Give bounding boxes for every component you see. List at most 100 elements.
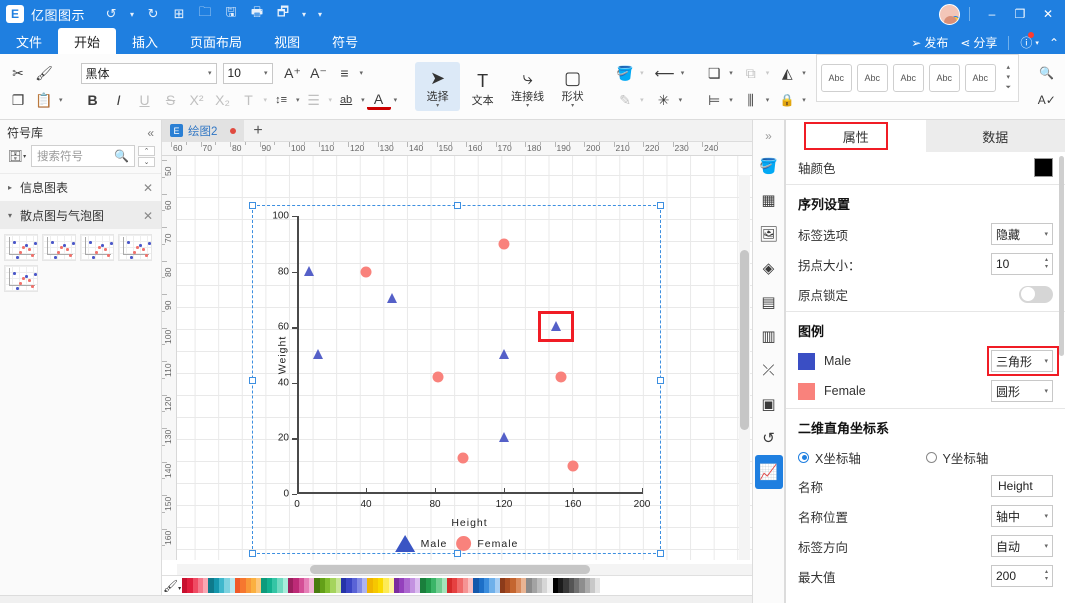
data-point-circle[interactable] (457, 452, 469, 464)
document-icon[interactable]: ▤ (755, 285, 783, 319)
scroll-up-button[interactable]: ⌃ (138, 145, 155, 156)
style-chip[interactable]: Abc (820, 64, 852, 92)
italic-button[interactable]: I (107, 88, 131, 112)
name-input[interactable]: Height (991, 475, 1053, 497)
shrink-font-button[interactable]: A⁻ (307, 61, 331, 85)
underline-button[interactable]: U (133, 88, 157, 112)
tab-file[interactable]: 文件 (0, 28, 58, 54)
line-color-button[interactable]: ✎ (613, 88, 637, 112)
chevron-down-icon[interactable]: ▾ (766, 69, 770, 77)
close-icon[interactable]: ✕ (143, 181, 153, 195)
stepper-arrows[interactable]: ▴ ▾ (1045, 257, 1048, 271)
origin-lock-toggle[interactable] (1019, 285, 1053, 303)
format-painter-button[interactable]: 🖌 (32, 61, 56, 85)
flip-button[interactable]: ◭ (775, 61, 799, 85)
data-point-circle[interactable] (432, 371, 444, 383)
data-point-triangle[interactable] (499, 349, 509, 359)
female-shape-select[interactable]: 圆形 ▾ (991, 380, 1053, 402)
help-caret-icon[interactable]: ▾ (1035, 39, 1039, 47)
symbol-thumbnail[interactable] (80, 234, 114, 261)
print-button[interactable]: 🖶 (245, 3, 269, 25)
chevron-down-icon[interactable]: ▾ (802, 69, 806, 77)
grid-apps-icon[interactable]: ▦ (755, 183, 783, 217)
data-point-circle[interactable] (498, 238, 510, 250)
point-size-stepper[interactable]: 10 ▴ ▾ (991, 253, 1053, 275)
maximize-button[interactable]: ❐ (1007, 2, 1033, 26)
chevron-down-icon[interactable]: ▾ (766, 96, 770, 104)
sidebar-group-infographics[interactable]: ▸ 信息图表 ✕ (0, 173, 161, 201)
chevron-down-icon[interactable]: ▾ (681, 69, 685, 77)
group-button[interactable]: ⧉ (739, 61, 763, 85)
grow-font-button[interactable]: A⁺ (281, 61, 305, 85)
stepper-arrows[interactable]: ▴ ▾ (1045, 569, 1048, 583)
legend-color-swatch-male[interactable] (798, 352, 815, 370)
open-button[interactable]: 🗀 (193, 3, 217, 25)
chevron-down-icon[interactable]: ▾ (296, 96, 300, 104)
radio-x-axis[interactable]: X坐标轴 (798, 448, 926, 467)
tab-symbols[interactable]: 符号 (316, 28, 374, 54)
redo-button[interactable]: ↻ (141, 3, 165, 25)
paragraph-align-button[interactable]: ≡ (333, 61, 357, 85)
chevron-down-icon[interactable]: ▾ (802, 96, 806, 104)
male-shape-select[interactable]: 三角形 ▾ (991, 350, 1053, 372)
library-category-button[interactable]: 🗄 ▾ (6, 145, 28, 167)
undo-caret-icon[interactable]: ▾ (125, 3, 139, 25)
scrollbar-thumb[interactable] (740, 250, 749, 430)
radio-y-axis[interactable]: Y坐标轴 (925, 448, 1054, 467)
chevron-down-icon[interactable]: ▾ (729, 69, 733, 77)
legend-color-swatch-female[interactable] (798, 382, 815, 400)
export-button[interactable]: 🗗 (271, 3, 295, 25)
connector-icon[interactable]: ⤫ (755, 353, 783, 387)
tab-page-layout[interactable]: 页面布局 (174, 28, 258, 54)
style-chip[interactable]: Abc (856, 64, 888, 92)
properties-panel-scrollbar[interactable] (1059, 156, 1064, 356)
chevron-down-icon[interactable]: ▾ (571, 103, 574, 110)
tab-data[interactable]: 数据 (926, 120, 1065, 152)
line-arrow-button[interactable]: ⟵ (652, 61, 678, 85)
data-point-circle[interactable] (567, 460, 579, 472)
font-color-button[interactable]: A (366, 90, 391, 110)
layers-icon[interactable]: ◈ (755, 251, 783, 285)
document-tab-drawing2[interactable]: E 绘图2 (162, 119, 245, 142)
label-option-select[interactable]: 隐藏 ▾ (991, 223, 1053, 245)
gallery-expand-button[interactable]: ⏷ (1003, 84, 1014, 92)
undo-button[interactable]: ↺ (99, 3, 123, 25)
chevron-down-icon[interactable]: ▾ (394, 96, 398, 104)
sidebar-group-scatter-bubble[interactable]: ▾ 散点图与气泡图 ✕ (0, 201, 161, 229)
axis-color-swatch[interactable] (1034, 157, 1053, 177)
find-replace-button[interactable]: 🔍 (1035, 61, 1059, 85)
highlight-button[interactable]: ab (334, 88, 358, 112)
shapes-panel-icon[interactable]: ▥ (755, 319, 783, 353)
tab-insert[interactable]: 插入 (116, 28, 174, 54)
scatter-chart[interactable]: Weight Height 0 20 40 60 80 100 0 40 80 120 160 200… (252, 205, 661, 554)
chart-icon[interactable]: 📈 (754, 455, 783, 489)
canvas-horizontal-scrollbar[interactable] (177, 564, 752, 575)
copy-button[interactable]: ❐ (6, 88, 30, 112)
legend-item-female[interactable]: Female (456, 536, 518, 551)
style-chip[interactable]: Abc (892, 64, 924, 92)
tool-text[interactable]: T 文本 (460, 66, 505, 108)
symbol-thumbnail[interactable] (4, 265, 38, 292)
gallery-scroll-up-button[interactable]: ▴ (1003, 64, 1014, 72)
tool-select[interactable]: ➤ 选择 ▾ (415, 62, 461, 111)
eyedropper-icon[interactable]: 🖌▾ (162, 579, 182, 593)
font-size-select[interactable]: 10 ▾ (222, 62, 273, 84)
chevron-down-icon[interactable]: ▾ (264, 96, 268, 104)
canvas[interactable]: Weight Height 0 20 40 60 80 100 0 40 80 120 160 200… (177, 156, 752, 560)
canvas-vertical-scrollbar[interactable] (739, 175, 750, 560)
symbol-thumbnail[interactable] (4, 234, 38, 261)
symbol-thumbnail[interactable] (118, 234, 152, 261)
data-point-circle[interactable] (360, 266, 372, 278)
fill-color-button[interactable]: 🪣 (613, 61, 637, 85)
tab-view[interactable]: 视图 (258, 28, 316, 54)
search-input[interactable]: 搜索符号 🔍 (31, 145, 135, 167)
tool-shape[interactable]: ▢ 形状 ▾ (550, 62, 595, 111)
color-swatch[interactable] (600, 578, 606, 593)
qat-more-caret-icon[interactable]: ▾ (313, 3, 327, 25)
close-icon[interactable]: ✕ (143, 209, 153, 223)
minimize-button[interactable]: – (979, 2, 1005, 26)
fill-icon[interactable]: 🪣 (755, 149, 783, 183)
bullets-button[interactable]: ☰ (302, 88, 326, 112)
label-direction-select[interactable]: 自动 ▾ (991, 535, 1053, 557)
scroll-down-button[interactable]: ⌄ (138, 156, 155, 167)
